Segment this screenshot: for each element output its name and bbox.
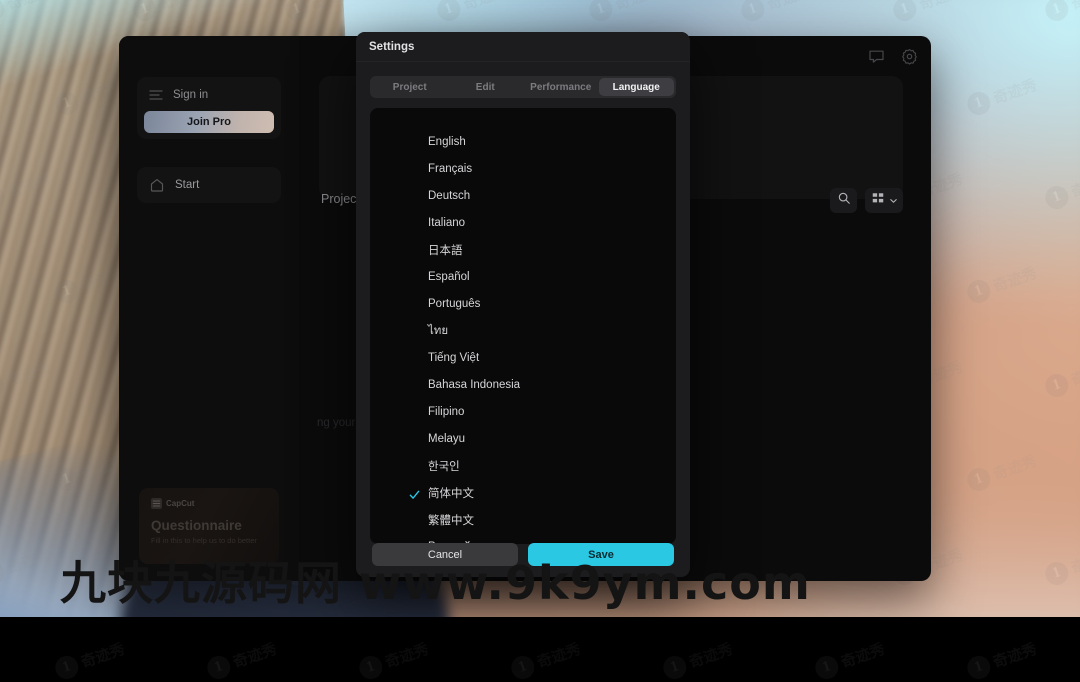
language-option-label: 简体中文 <box>428 485 474 501</box>
language-option[interactable]: Italiano <box>370 209 676 236</box>
save-button[interactable]: Save <box>528 543 674 566</box>
watermark-badge: 1 <box>204 653 233 682</box>
watermark-text: 奇迹秀 <box>78 638 127 673</box>
language-option-label: Melayu <box>428 433 465 445</box>
account-card: Sign in Join Pro <box>137 77 281 139</box>
watermark-badge: 1 <box>356 653 385 682</box>
watermark-badge: 1 <box>964 653 993 682</box>
watermark-text: 奇迹秀 <box>230 638 279 673</box>
home-icon <box>149 177 165 193</box>
sidebar: Sign in Join Pro Start CapCut Quest <box>119 36 299 581</box>
watermark-tile: 1奇迹秀 <box>356 637 432 682</box>
language-option[interactable]: Français <box>370 155 676 182</box>
language-option-label: Italiano <box>428 217 465 229</box>
language-option-label: Español <box>428 271 470 283</box>
dialog-title: Settings <box>369 41 414 53</box>
language-option[interactable]: Tiếng Việt <box>370 344 676 371</box>
user-icon <box>148 87 164 103</box>
view-mode-button[interactable] <box>865 188 903 213</box>
watermark-badge: 1 <box>660 653 689 682</box>
tab-project[interactable]: Project <box>372 78 448 96</box>
check-icon <box>409 487 420 498</box>
sidebar-item-start[interactable]: Start <box>137 167 281 203</box>
watermark-badge: 1 <box>812 653 841 682</box>
grid-view-icon <box>871 191 885 210</box>
language-option-label: Français <box>428 163 472 175</box>
language-option[interactable]: Español <box>370 263 676 290</box>
language-option[interactable]: English <box>370 128 676 155</box>
settings-dialog: Settings ProjectEditPerformanceLanguage … <box>356 32 690 577</box>
gear-icon[interactable] <box>901 48 918 65</box>
tab-language[interactable]: Language <box>599 78 675 96</box>
language-option-label: Filipino <box>428 406 464 418</box>
cancel-button[interactable]: Cancel <box>372 543 518 566</box>
language-option[interactable]: Melayu <box>370 425 676 452</box>
watermark-text: 奇迹秀 <box>990 638 1039 673</box>
watermark-text: 奇迹秀 <box>838 638 887 673</box>
capcut-brand: CapCut <box>151 498 279 509</box>
language-option[interactable]: Filipino <box>370 398 676 425</box>
language-option[interactable]: ไทย <box>370 317 676 344</box>
watermark-badge: 1 <box>52 653 81 682</box>
chevron-down-icon <box>889 192 898 210</box>
watermark-tile: 1奇迹秀 <box>508 637 584 682</box>
join-pro-button[interactable]: Join Pro <box>144 111 274 133</box>
language-panel[interactable]: English Français Deutsch Italiano 日本語 Español… <box>370 108 676 544</box>
tab-edit[interactable]: Edit <box>448 78 524 96</box>
capcut-logo-icon <box>151 498 162 509</box>
sidebar-item-start-label: Start <box>175 179 199 191</box>
watermark-tile: 1奇迹秀 <box>52 637 128 682</box>
watermark-tile: 1奇迹秀 <box>812 637 888 682</box>
capcut-brand-label: CapCut <box>166 499 194 508</box>
language-option-label: Português <box>428 298 480 310</box>
dialog-footer: Cancel Save <box>356 532 690 577</box>
language-option-label: 日本語 <box>428 242 463 258</box>
topbar-icons <box>868 48 918 65</box>
watermark-tile: 1奇迹秀 <box>660 637 736 682</box>
message-icon[interactable] <box>868 48 885 65</box>
language-option[interactable]: 한국인 <box>370 452 676 479</box>
promo-title: Questionnaire <box>151 518 279 533</box>
watermark-text: 奇迹秀 <box>534 638 583 673</box>
watermark-tile: 1奇迹秀 <box>204 637 280 682</box>
language-option-label: ไทย <box>428 322 448 340</box>
language-option[interactable]: 简体中文 <box>370 479 676 506</box>
settings-tabbar: ProjectEditPerformanceLanguage <box>370 76 676 98</box>
promo-subtitle: Fill in this to help us to do better <box>151 536 279 545</box>
tab-performance[interactable]: Performance <box>523 78 599 96</box>
watermark-badge: 1 <box>508 653 537 682</box>
language-option-label: 繁體中文 <box>428 512 474 528</box>
language-option-label: English <box>428 136 466 148</box>
projects-toolbar <box>830 188 903 213</box>
watermark-tile: 1奇迹秀 <box>964 637 1040 682</box>
search-button[interactable] <box>830 188 857 213</box>
watermark-text: 奇迹秀 <box>686 638 735 673</box>
language-option-label: Deutsch <box>428 190 470 202</box>
language-option[interactable]: Português <box>370 290 676 317</box>
language-option-label: 한국인 <box>428 458 460 474</box>
watermark-text: 奇迹秀 <box>382 638 431 673</box>
search-icon <box>837 191 851 210</box>
language-option-label: Tiếng Việt <box>428 352 479 364</box>
sign-in-label: Sign in <box>173 89 208 101</box>
language-option[interactable]: 繁體中文 <box>370 506 676 533</box>
questionnaire-promo-card[interactable]: CapCut Questionnaire Fill in this to hel… <box>139 488 279 564</box>
language-option[interactable]: 日本語 <box>370 236 676 263</box>
sign-in-row[interactable]: Sign in <box>137 80 281 110</box>
language-option-label: Bahasa Indonesia <box>428 379 520 391</box>
language-list: English Français Deutsch Italiano 日本語 Español… <box>370 108 676 544</box>
settings-titlebar: Settings <box>356 32 690 62</box>
language-option[interactable]: Bahasa Indonesia <box>370 371 676 398</box>
language-option[interactable]: Deutsch <box>370 182 676 209</box>
